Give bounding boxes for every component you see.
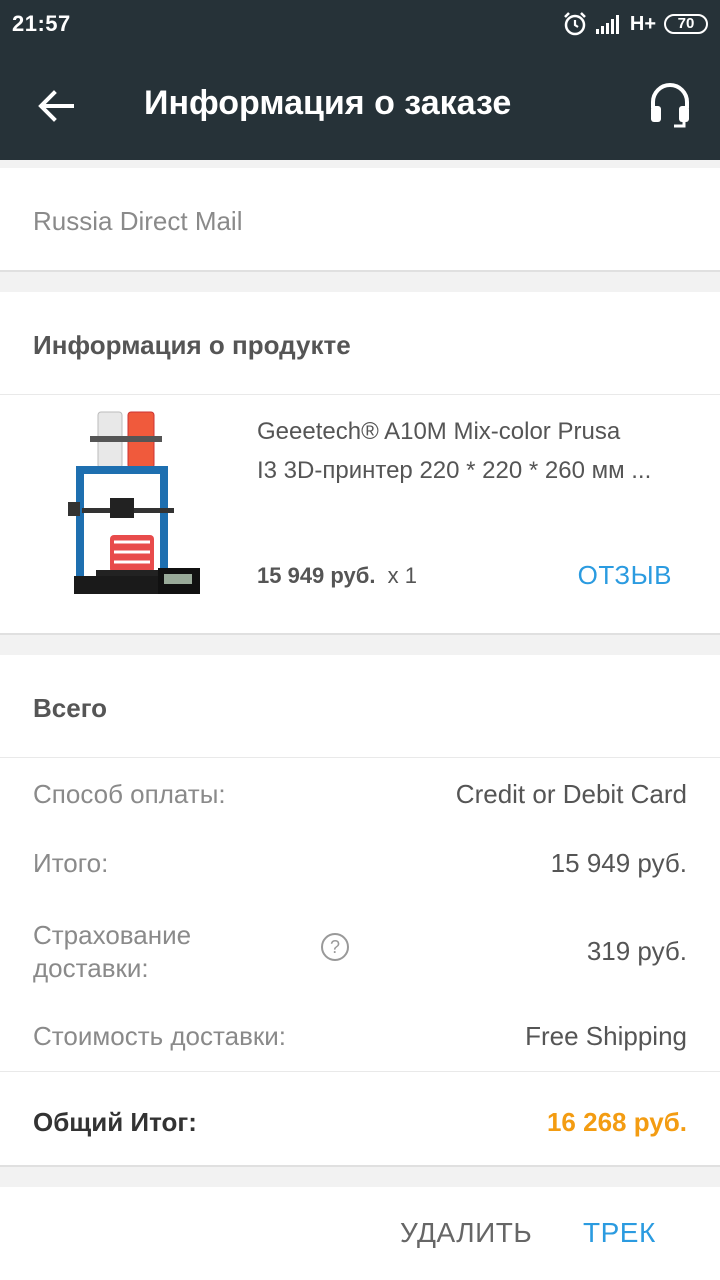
product-name[interactable]: Geeetech® A10M Mix-color Prusa I3 3D-при… <box>257 412 687 490</box>
app-bar: Информация о заказе <box>0 48 720 160</box>
totals-card: Всего Способ оплаты: Credit or Debit Car… <box>0 655 720 1167</box>
back-arrow-icon[interactable] <box>34 84 78 128</box>
shipping-cost-label: Стоимость доставки: <box>33 1021 287 1051</box>
page-title: Информация о заказе <box>144 84 512 122</box>
product-quantity: x 1 <box>387 563 417 588</box>
grand-total-row: Общий Итог: 16 268 руб. <box>33 1107 687 1138</box>
divider <box>0 394 720 395</box>
status-bar: 21:57 H+ 70 <box>0 0 720 48</box>
headset-icon[interactable] <box>648 80 692 128</box>
review-button[interactable]: ОТЗЫВ <box>578 560 672 591</box>
totals-section-title: Всего <box>33 693 108 723</box>
battery-icon: 70 <box>664 14 708 34</box>
subtotal-value: 15 949 руб. <box>550 848 687 878</box>
track-button[interactable]: ТРЕК <box>583 1217 656 1249</box>
status-icons: H+ 70 <box>562 11 708 37</box>
subtotal-label: Итого: <box>33 848 109 878</box>
network-type: H+ <box>629 12 656 35</box>
delete-button[interactable]: УДАЛИТЬ <box>400 1217 532 1249</box>
signal-icon <box>595 15 619 34</box>
product-info-card: Информация о продукте Geeetech® A10M Mix… <box>0 292 720 635</box>
payment-method-row: Способ оплаты: Credit or Debit Card <box>33 779 687 810</box>
product-price: 15 949 руб. <box>257 563 376 588</box>
help-icon[interactable]: ? <box>321 933 349 961</box>
insurance-row: Страхование доставки: ? 319 руб. <box>33 919 687 987</box>
product-section-title: Информация о продукте <box>33 330 351 360</box>
divider <box>0 1071 720 1072</box>
insurance-value: 319 руб. <box>586 936 687 966</box>
product-name-line-2: I3 3D-принтер 220 * 220 * 260 мм ... <box>257 457 652 484</box>
shipping-cost-value: Free Shipping <box>525 1021 687 1051</box>
payment-method-value: Credit or Debit Card <box>455 779 687 809</box>
grand-total-value: 16 268 руб. <box>546 1107 687 1137</box>
shipping-cost-row: Стоимость доставки: Free Shipping <box>33 1021 687 1052</box>
payment-method-label: Способ оплаты: <box>33 779 226 809</box>
order-actions-bar: УДАЛИТЬ ТРЕК <box>0 1187 720 1280</box>
shipping-method-card: Russia Direct Mail <box>0 168 720 272</box>
shipping-method: Russia Direct Mail <box>33 206 243 236</box>
product-image[interactable] <box>60 410 220 606</box>
status-time: 21:57 <box>12 11 71 36</box>
subtotal-row: Итого: 15 949 руб. <box>33 848 687 879</box>
product-name-line-1: Geeetech® A10M Mix-color Prusa <box>257 418 621 445</box>
grand-total-label: Общий Итог: <box>33 1107 197 1137</box>
divider <box>0 757 720 758</box>
alarm-icon <box>563 12 586 36</box>
product-price-row: 15 949 руб. x 1 <box>257 563 417 589</box>
